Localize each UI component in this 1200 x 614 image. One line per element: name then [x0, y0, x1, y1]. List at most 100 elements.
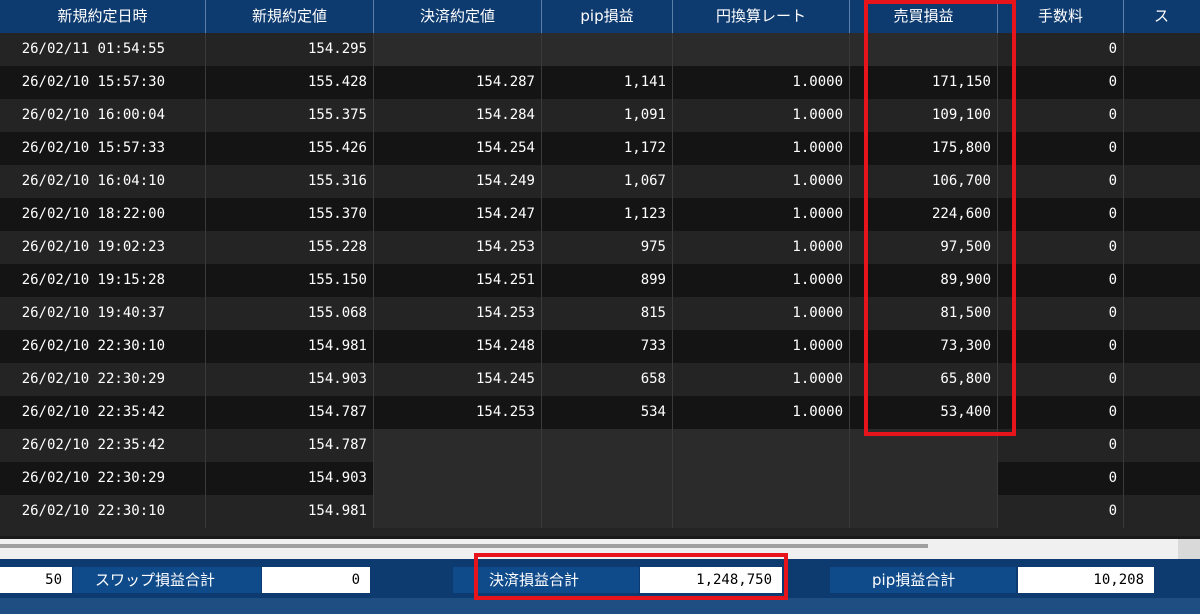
cell-jpy-rate: 1.0000	[673, 264, 850, 297]
cell-pip-pl: 658	[542, 363, 673, 396]
table-row[interactable]: 26/02/10 16:00:04 155.375 154.284 1,091 1.00…	[0, 99, 1200, 132]
cell-jpy-rate: 1.0000	[673, 99, 850, 132]
cell-fee: 0	[998, 462, 1124, 495]
scrollbar-thumb[interactable]	[0, 544, 928, 548]
cell-open-datetime: 26/02/10 22:35:42	[0, 429, 206, 462]
table-row[interactable]: 26/02/10 18:22:00 155.370 154.247 1,123 1.00…	[0, 198, 1200, 231]
cell-trade-pl	[850, 462, 998, 495]
cell-close-price: 154.253	[374, 396, 542, 429]
cell-jpy-rate	[673, 429, 850, 462]
cell-fee: 0	[998, 66, 1124, 99]
table-row[interactable]: 26/02/10 16:04:10 155.316 154.249 1,067 1.00…	[0, 165, 1200, 198]
table-row[interactable]: 26/02/10 22:30:10 154.981 0	[0, 495, 1200, 528]
column-header-open-datetime[interactable]: 新規約定日時	[0, 0, 206, 33]
cell-open-datetime: 26/02/10 22:30:29	[0, 462, 206, 495]
cell-close-price	[374, 462, 542, 495]
cell-fee: 0	[998, 429, 1124, 462]
cell-swap	[1124, 495, 1200, 528]
cell-trade-pl: 65,800	[850, 363, 998, 396]
cell-pip-pl	[542, 429, 673, 462]
cell-close-price: 154.251	[374, 264, 542, 297]
cell-close-price: 154.253	[374, 297, 542, 330]
cell-pip-pl: 1,141	[542, 66, 673, 99]
cell-open-price: 155.428	[206, 66, 374, 99]
cell-open-datetime: 26/02/10 22:30:29	[0, 363, 206, 396]
swap-total-value: 0	[262, 567, 370, 593]
table-row[interactable]: 26/02/11 01:54:55 154.295 0	[0, 33, 1200, 66]
cell-fee: 0	[998, 33, 1124, 66]
cell-trade-pl	[850, 429, 998, 462]
cell-pip-pl: 1,172	[542, 132, 673, 165]
cell-close-price	[374, 429, 542, 462]
column-header-fee[interactable]: 手数料	[998, 0, 1124, 33]
cell-fee: 0	[998, 264, 1124, 297]
cell-fee: 0	[998, 165, 1124, 198]
settled-total-label: 決済損益合計	[453, 567, 639, 593]
table-row[interactable]: 26/02/10 22:30:10 154.981 154.248 733 1.0000…	[0, 330, 1200, 363]
column-header-close-price[interactable]: 決済約定値	[374, 0, 542, 33]
table-row[interactable]: 26/02/10 15:57:33 155.426 154.254 1,172 1.00…	[0, 132, 1200, 165]
cell-trade-pl: 53,400	[850, 396, 998, 429]
cell-trade-pl: 109,100	[850, 99, 998, 132]
cell-open-price: 154.295	[206, 33, 374, 66]
cell-jpy-rate: 1.0000	[673, 330, 850, 363]
cell-trade-pl: 224,600	[850, 198, 998, 231]
cell-jpy-rate: 1.0000	[673, 66, 850, 99]
trade-history-window: 新規約定日時 新規約定値 決済約定値 pip損益 円換算レート 売買損益 手数料…	[0, 0, 1200, 614]
cell-trade-pl: 89,900	[850, 264, 998, 297]
cell-trade-pl: 175,800	[850, 132, 998, 165]
table-row[interactable]: 26/02/10 22:30:29 154.903 0	[0, 462, 1200, 495]
column-header-jpy-rate[interactable]: 円換算レート	[673, 0, 850, 33]
column-header-pip-pl[interactable]: pip損益	[542, 0, 673, 33]
cell-close-price: 154.245	[374, 363, 542, 396]
cell-trade-pl: 81,500	[850, 297, 998, 330]
table-row[interactable]: 26/02/10 19:15:28 155.150 154.251 899 1.0000…	[0, 264, 1200, 297]
table-row[interactable]: 26/02/10 22:35:42 154.787 0	[0, 429, 1200, 462]
cell-open-datetime: 26/02/10 22:30:10	[0, 495, 206, 528]
cell-open-datetime: 26/02/10 16:04:10	[0, 165, 206, 198]
cell-swap	[1124, 132, 1200, 165]
table-row[interactable]: 26/02/10 15:57:30 155.428 154.287 1,141 1.00…	[0, 66, 1200, 99]
cell-open-price: 155.375	[206, 99, 374, 132]
cell-open-datetime: 26/02/10 19:02:23	[0, 231, 206, 264]
cell-open-datetime: 26/02/10 19:15:28	[0, 264, 206, 297]
summary-value-partial: 50	[0, 567, 72, 593]
cell-close-price	[374, 495, 542, 528]
table-row[interactable]: 26/02/10 19:40:37 155.068 154.253 815 1.0000…	[0, 297, 1200, 330]
cell-jpy-rate: 1.0000	[673, 132, 850, 165]
cell-open-price: 155.316	[206, 165, 374, 198]
cell-pip-pl: 899	[542, 264, 673, 297]
table-row[interactable]: 26/02/10 19:02:23 155.228 154.253 975 1.0000…	[0, 231, 1200, 264]
cell-swap	[1124, 429, 1200, 462]
table-row[interactable]: 26/02/10 22:35:42 154.787 154.253 534 1.0000…	[0, 396, 1200, 429]
cell-swap	[1124, 396, 1200, 429]
horizontal-scrollbar[interactable]	[0, 539, 1178, 559]
cell-open-datetime: 26/02/10 16:00:04	[0, 99, 206, 132]
cell-open-price: 155.426	[206, 132, 374, 165]
cell-open-price: 154.903	[206, 363, 374, 396]
cell-pip-pl: 1,123	[542, 198, 673, 231]
cell-swap	[1124, 363, 1200, 396]
cell-trade-pl: 171,150	[850, 66, 998, 99]
pip-total-label: pip損益合計	[830, 567, 1016, 593]
cell-pip-pl: 815	[542, 297, 673, 330]
cell-jpy-rate: 1.0000	[673, 363, 850, 396]
cell-swap	[1124, 198, 1200, 231]
cell-jpy-rate: 1.0000	[673, 231, 850, 264]
table-row[interactable]: 26/02/10 22:30:29 154.903 154.245 658 1.0000…	[0, 363, 1200, 396]
cell-close-price	[374, 33, 542, 66]
cell-pip-pl: 1,091	[542, 99, 673, 132]
scrollbar-corner	[1178, 539, 1200, 559]
cell-trade-pl	[850, 33, 998, 66]
cell-close-price: 154.254	[374, 132, 542, 165]
cell-pip-pl: 975	[542, 231, 673, 264]
cell-jpy-rate: 1.0000	[673, 198, 850, 231]
cell-swap	[1124, 231, 1200, 264]
cell-swap	[1124, 99, 1200, 132]
column-header-swap[interactable]: ス	[1124, 0, 1200, 33]
column-header-open-price[interactable]: 新規約定値	[206, 0, 374, 33]
cell-close-price: 154.253	[374, 231, 542, 264]
cell-fee: 0	[998, 198, 1124, 231]
cell-open-price: 154.903	[206, 462, 374, 495]
column-header-trade-pl[interactable]: 売買損益	[850, 0, 998, 33]
